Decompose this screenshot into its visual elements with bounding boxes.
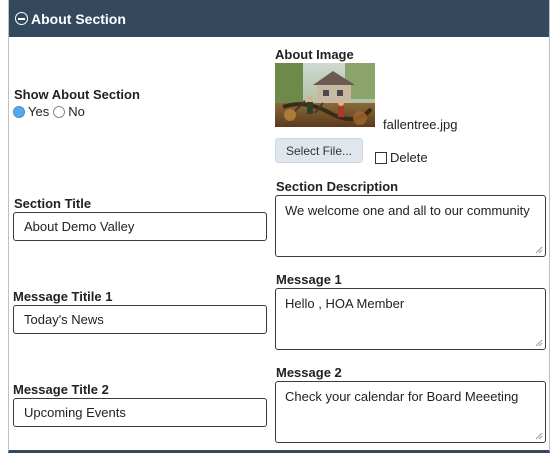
message-2-label: Message 2 (276, 365, 342, 380)
message-1-text: Hello , HOA Member (285, 296, 405, 311)
about-image-label: About Image (275, 47, 354, 62)
radio-yes[interactable] (13, 105, 25, 118)
section-header-title: About Section (31, 10, 126, 27)
message-1-textarea[interactable]: Hello , HOA Member (275, 288, 546, 350)
message-2-text: Check your calendar for Board Meeeting (285, 389, 519, 404)
message-2-textarea[interactable]: Check your calendar for Board Meeeting (275, 381, 546, 443)
section-header[interactable]: About Section (9, 0, 549, 37)
section-description-textarea[interactable]: We welcome one and all to our community (275, 195, 546, 257)
resize-handle-icon[interactable] (535, 432, 543, 440)
resize-handle-icon[interactable] (535, 339, 543, 347)
select-file-button[interactable]: Select File... (275, 138, 363, 163)
section-title-input[interactable]: About Demo Valley (13, 212, 267, 241)
radio-yes-label[interactable]: Yes (28, 104, 49, 119)
delete-checkbox[interactable] (375, 151, 387, 164)
section-description-text: We welcome one and all to our community (285, 203, 530, 218)
show-about-label: Show About Section (14, 87, 140, 102)
image-filename: fallentree.jpg (383, 117, 458, 132)
radio-no[interactable] (53, 105, 66, 118)
about-image-thumbnail (275, 63, 375, 127)
message-title-1-label: Message Titile 1 (13, 289, 113, 304)
section-description-label: Section Description (276, 179, 399, 194)
message-1-label: Message 1 (276, 272, 342, 287)
section-title-label: Section Title (14, 196, 92, 211)
message-title-2-input[interactable]: Upcoming Events (13, 398, 267, 427)
show-about-radio-group: Yes No (13, 104, 89, 119)
delete-image-option: Delete (375, 150, 428, 165)
radio-no-label[interactable]: No (68, 104, 85, 119)
delete-label[interactable]: Delete (390, 150, 428, 165)
collapse-minus-circle-icon[interactable] (15, 12, 28, 25)
message-title-2-label: Message Title 2 (13, 382, 109, 397)
message-title-1-input[interactable]: Today's News (13, 305, 267, 334)
resize-handle-icon[interactable] (535, 246, 543, 254)
